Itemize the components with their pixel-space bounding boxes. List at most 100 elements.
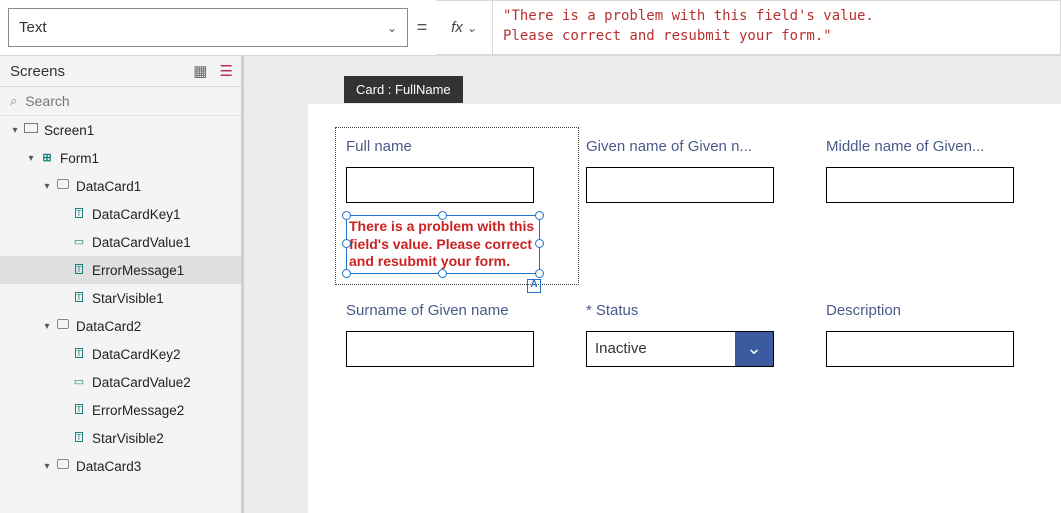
tree-item-starvisible1[interactable]: T StarVisible1	[0, 284, 243, 312]
tree-item-datacard1[interactable]: ▾ DataCard1	[0, 172, 243, 200]
tree-item-label: DataCardKey2	[92, 347, 181, 362]
selection-handle[interactable]	[535, 239, 544, 248]
text-control-icon: T	[70, 291, 88, 305]
card-text-input[interactable]	[586, 167, 774, 203]
screen-icon	[22, 123, 40, 137]
selection-handle[interactable]	[342, 211, 351, 220]
expand-collapse-icon[interactable]: ▾	[8, 125, 22, 136]
tree-panel: Screens ▦ ☰ ⌕ ▾Screen1▾⊞Form1▾DataCard1T…	[0, 56, 244, 513]
chevron-down-icon[interactable]: ⌄	[735, 332, 773, 366]
tree-item-label: DataCardValue2	[92, 375, 191, 390]
text-control-icon: T	[70, 403, 88, 417]
card-text-input[interactable]	[346, 167, 534, 203]
tree-item-datacardvalue2[interactable]: ▭ DataCardValue2	[0, 368, 243, 396]
tree-item-screen1[interactable]: ▾ Screen1	[0, 116, 243, 144]
form-card[interactable]: *Status Inactive⌄	[586, 302, 808, 367]
card-text-input[interactable]	[826, 331, 1014, 367]
selection-handle[interactable]	[342, 269, 351, 278]
selection-handle[interactable]	[535, 269, 544, 278]
card-label: Given name of Given n...	[586, 138, 808, 155]
form-card[interactable]: Given name of Given n...	[586, 138, 808, 274]
chevron-down-icon: ⌄	[467, 21, 477, 35]
tree-item-label: DataCardKey1	[92, 207, 181, 222]
tree-item-label: DataCardValue1	[92, 235, 191, 250]
text-control-icon: T	[70, 347, 88, 361]
tree-item-datacardvalue1[interactable]: ▭ DataCardValue1	[0, 228, 243, 256]
tree-header: Screens ▦ ☰	[0, 56, 243, 87]
fx-button[interactable]: fx ⌄	[436, 0, 492, 55]
tree-list: ▾Screen1▾⊞Form1▾DataCard1TDataCardKey1▭D…	[0, 116, 243, 513]
tree-item-label: ErrorMessage2	[92, 403, 184, 418]
form-card[interactable]: Description	[826, 302, 1048, 367]
fx-label: fx	[451, 19, 463, 36]
tree-item-datacard2[interactable]: ▾ DataCard2	[0, 312, 243, 340]
canvas[interactable]: Card : FullName Full name There is a prob…	[244, 56, 1061, 513]
property-selector[interactable]: Text ⌄	[8, 8, 408, 47]
form-icon: ⊞	[38, 151, 56, 165]
card-label-text: Status	[596, 302, 639, 319]
expand-collapse-icon[interactable]: ▾	[24, 153, 38, 164]
selection-handle[interactable]	[535, 211, 544, 220]
card-dropdown[interactable]: Inactive⌄	[586, 331, 774, 367]
form-card[interactable]: Middle name of Given...	[826, 138, 1048, 274]
selection-handle[interactable]	[438, 269, 447, 278]
card-label: *Status	[586, 302, 808, 319]
tree-item-datacard3[interactable]: ▾ DataCard3	[0, 452, 243, 480]
card-label-text: Middle name of Given...	[826, 138, 984, 155]
value-control-icon: ▭	[70, 375, 88, 389]
card-icon	[54, 319, 72, 333]
chevron-down-icon: ⌄	[387, 21, 397, 35]
tree-item-datacardkey1[interactable]: T DataCardKey1	[0, 200, 243, 228]
dropdown-value: Inactive	[587, 332, 735, 366]
card-icon	[54, 459, 72, 473]
tree-item-label: Screen1	[44, 123, 94, 138]
main-area: Screens ▦ ☰ ⌕ ▾Screen1▾⊞Form1▾DataCard1T…	[0, 56, 1061, 513]
expand-collapse-icon[interactable]: ▾	[40, 321, 54, 332]
text-control-icon: T	[70, 263, 88, 277]
card-label: Description	[826, 302, 1048, 319]
tree-item-label: StarVisible1	[92, 291, 164, 306]
tree-item-label: DataCard3	[76, 459, 141, 474]
tree-item-errormessage1[interactable]: TErrorMessage1	[0, 256, 243, 284]
form-card[interactable]: Full name There is a problem with this fi…	[335, 127, 579, 285]
card-text-input[interactable]	[826, 167, 1014, 203]
card-label-text: Surname of Given name	[346, 302, 509, 319]
card-label-text: Description	[826, 302, 901, 319]
tree-title: Screens	[10, 63, 65, 80]
tree-item-label: DataCard2	[76, 319, 141, 334]
tree-search-row: ⌕	[0, 87, 243, 116]
selection-handle[interactable]	[342, 239, 351, 248]
equals-sign: =	[408, 0, 436, 55]
thumbnails-view-icon[interactable]: ▦	[193, 63, 207, 80]
card-label: Full name	[346, 138, 568, 155]
tree-item-starvisible2[interactable]: TStarVisible2	[0, 424, 243, 452]
tree-item-errormessage2[interactable]: T ErrorMessage2	[0, 396, 243, 424]
card-tooltip: Card : FullName	[344, 76, 463, 103]
accessibility-badge[interactable]: A	[527, 279, 541, 293]
property-selector-label: Text	[19, 19, 47, 36]
formula-input[interactable]: "There is a problem with this field's va…	[492, 0, 1061, 55]
selection-handle[interactable]	[438, 211, 447, 220]
tree-search-input[interactable]	[25, 93, 233, 109]
tree-item-label: Form1	[60, 151, 99, 166]
form-card[interactable]: Surname of Given name	[346, 302, 568, 367]
list-view-icon[interactable]: ☰	[220, 63, 233, 80]
formula-bar-row: Text ⌄ = fx ⌄ "There is a problem with t…	[0, 0, 1061, 56]
tree-item-form1[interactable]: ▾⊞ Form1	[0, 144, 243, 172]
expand-collapse-icon[interactable]: ▾	[40, 461, 54, 472]
text-control-icon: T	[70, 431, 88, 445]
required-star-icon: *	[586, 302, 592, 319]
card-text-input[interactable]	[346, 331, 534, 367]
text-control-icon: T	[70, 207, 88, 221]
tree-item-label: DataCard1	[76, 179, 141, 194]
card-label: Middle name of Given...	[826, 138, 1048, 155]
expand-collapse-icon[interactable]: ▾	[40, 181, 54, 192]
search-icon: ⌕	[10, 93, 17, 109]
tree-item-datacardkey2[interactable]: T DataCardKey2	[0, 340, 243, 368]
form-surface[interactable]: Full name There is a problem with this fi…	[308, 104, 1061, 513]
value-control-icon: ▭	[70, 235, 88, 249]
card-label-text: Full name	[346, 138, 412, 155]
card-label: Surname of Given name	[346, 302, 568, 319]
cards-grid: Full name There is a problem with this fi…	[346, 138, 1051, 367]
error-message[interactable]: There is a problem with this field's val…	[346, 215, 540, 274]
